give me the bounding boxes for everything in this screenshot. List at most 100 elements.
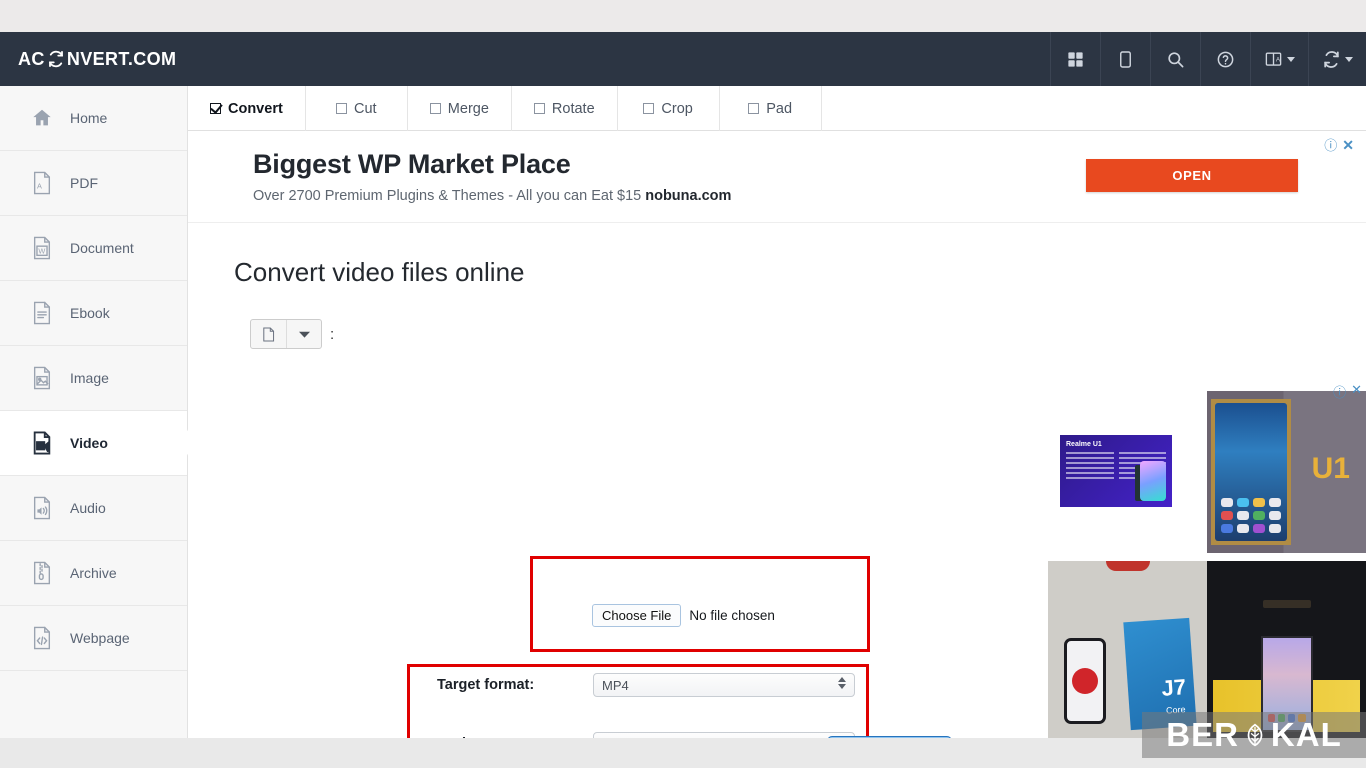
brand-text-pre: AC	[18, 48, 45, 69]
sidebar-item-video[interactable]: Video	[0, 411, 187, 476]
svg-text:W: W	[38, 247, 45, 256]
ebook-file-icon	[30, 300, 54, 326]
info-icon[interactable]: ⓘ	[1324, 139, 1337, 152]
checkbox-icon	[336, 103, 347, 114]
tab-rotate[interactable]: Rotate	[512, 86, 618, 131]
dark-box-logo	[1262, 599, 1311, 608]
search-icon-button[interactable]	[1150, 32, 1200, 86]
sidebar-item-audio[interactable]: Audio	[0, 476, 187, 541]
tab-crop[interactable]: Crop	[618, 86, 720, 131]
sidebar-item-label: Image	[70, 370, 109, 386]
u1-phone-screen	[1215, 403, 1287, 541]
sidebar-item-label: Ebook	[70, 305, 110, 321]
right-ad-tile-realme-spec[interactable]: Realme U1	[1048, 383, 1207, 561]
j7-red-accent	[1105, 560, 1150, 571]
close-icon[interactable]: ✕	[1351, 382, 1362, 401]
svg-text:A: A	[37, 182, 42, 191]
stepper-arrows-icon	[838, 677, 846, 689]
app-screen: AC NVERT.COM A Home A PDF W Document Ebo…	[0, 0, 1366, 768]
file-input-group[interactable]: Choose File No file chosen	[592, 604, 775, 627]
source-type-row: :	[250, 319, 334, 349]
top-ad-text: Biggest WP Market Place Over 2700 Premiu…	[188, 149, 731, 204]
sidebar-item-archive[interactable]: Archive	[0, 541, 187, 606]
u1-retail-box	[1211, 399, 1291, 545]
target-format-select[interactable]: MP4	[593, 673, 855, 697]
sidebar-item-label: Video	[70, 435, 108, 451]
target-format-row: Target format: MP4	[437, 673, 855, 697]
top-advertisement[interactable]: Biggest WP Market Place Over 2700 Premiu…	[188, 131, 1366, 223]
realme-u1-spec-banner: Realme U1	[1060, 435, 1172, 507]
checkbox-icon	[748, 103, 760, 114]
header-toolbar: A	[1050, 32, 1366, 86]
watermark-text-post: KAL	[1270, 716, 1342, 753]
realme-u1-box-photo: U1	[1207, 391, 1366, 553]
sidebar-item-webpage[interactable]: Webpage	[0, 606, 187, 671]
image-file-icon	[30, 365, 54, 391]
leaf-brain-icon	[1240, 720, 1270, 750]
top-ad-domain: nobuna.com	[645, 188, 732, 204]
mobile-icon-button[interactable]	[1100, 32, 1150, 86]
grid-icon-button[interactable]	[1050, 32, 1100, 86]
watermark: BER KAL	[1142, 712, 1366, 758]
target-format-value: MP4	[602, 677, 629, 693]
help-icon-button[interactable]	[1200, 32, 1250, 86]
sidebar-item-ebook[interactable]: Ebook	[0, 281, 187, 346]
watermark-text-pre: BER	[1166, 716, 1239, 753]
sidebar-item-label: PDF	[70, 175, 98, 191]
tab-convert[interactable]: Convert	[188, 86, 306, 131]
browser-chrome-strip	[0, 0, 1366, 32]
sidebar-item-label: Home	[70, 110, 108, 126]
source-type-colon: :	[330, 325, 335, 343]
right-advertisement[interactable]: ⓘ ✕ Realme U1 U1 J7 Core	[1048, 382, 1366, 738]
chevron-down-icon	[1345, 56, 1353, 62]
close-icon[interactable]: ✕	[1342, 138, 1354, 152]
sidebar-item-home[interactable]: Home	[0, 86, 187, 151]
caret-down-icon[interactable]	[286, 320, 321, 348]
pdf-file-icon: A	[30, 170, 54, 196]
top-ad-subline: Over 2700 Premium Plugins & Themes - All…	[253, 188, 731, 204]
realme-phone-graphic	[1140, 461, 1166, 501]
page-title: Convert video files online	[234, 257, 525, 287]
home-icon	[30, 105, 54, 131]
tab-label: Convert	[228, 100, 283, 117]
sidebar-item-image[interactable]: Image	[0, 346, 187, 411]
j7-box-label: J7	[1160, 674, 1187, 701]
language-icon-button[interactable]: A	[1250, 32, 1308, 86]
file-icon[interactable]	[251, 320, 286, 348]
brand-text-post: NVERT.COM	[66, 48, 177, 69]
right-ad-tile-u1-box[interactable]: U1	[1207, 383, 1366, 561]
sidebar-item-label: Webpage	[70, 630, 130, 646]
u1-box-label: U1	[1311, 452, 1350, 486]
archive-file-icon	[30, 560, 54, 586]
tab-label: Rotate	[551, 100, 595, 117]
tab-pad[interactable]: Pad	[720, 86, 822, 131]
checkbox-icon	[429, 103, 441, 114]
sidebar-item-label: Document	[70, 240, 134, 256]
checkbox-icon	[643, 103, 655, 114]
top-ad-headline: Biggest WP Market Place	[253, 149, 571, 179]
file-chosen-status: No file chosen	[689, 608, 775, 623]
sidebar-item-label: Archive	[70, 565, 117, 581]
checkbox-checked-icon	[210, 103, 221, 114]
site-logo[interactable]: AC NVERT.COM	[0, 49, 176, 70]
tab-merge[interactable]: Merge	[408, 86, 512, 131]
choose-file-button[interactable]: Choose File	[592, 604, 682, 627]
source-type-dropdown[interactable]	[250, 319, 322, 349]
tab-label: Merge	[447, 100, 489, 117]
tab-label: Cut	[354, 100, 377, 117]
audio-file-icon	[30, 495, 54, 521]
sidebar: Home A PDF W Document Ebook Image Video …	[0, 86, 188, 738]
word-file-icon: W	[30, 235, 54, 261]
j7-phone-graphic	[1064, 638, 1106, 724]
top-ad-subline-text: Over 2700 Premium Plugins & Themes - All…	[253, 188, 646, 204]
tab-cut[interactable]: Cut	[306, 86, 408, 131]
sidebar-item-document[interactable]: W Document	[0, 216, 187, 281]
info-icon[interactable]: ⓘ	[1333, 382, 1346, 401]
top-ad-open-button[interactable]: OPEN	[1086, 159, 1298, 192]
sidebar-item-label: Audio	[70, 500, 106, 516]
sidebar-item-pdf[interactable]: A PDF	[0, 151, 187, 216]
convert-icon-button[interactable]	[1308, 32, 1366, 86]
realme-tile-caption: Realme U1	[1066, 441, 1102, 448]
target-format-label: Target format:	[437, 677, 535, 693]
chevron-down-icon	[1287, 56, 1295, 62]
